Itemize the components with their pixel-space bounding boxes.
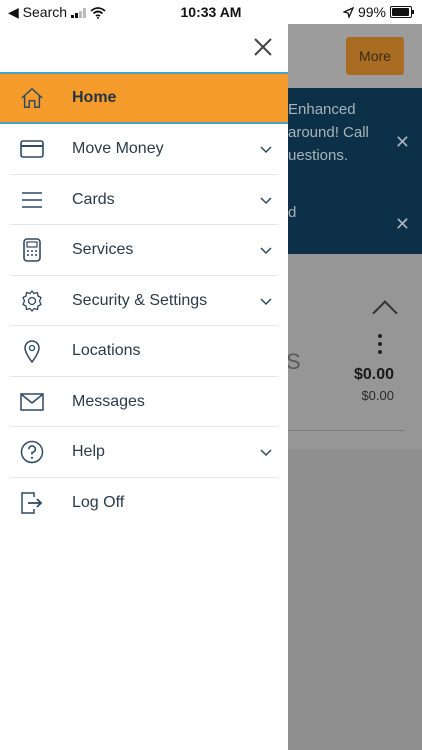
status-bar: ◀ Search 10:33 AM 99%: [0, 0, 422, 24]
status-right: 99%: [342, 4, 414, 20]
background-app: More Enhanced around! Call uestions. ✕ d…: [286, 24, 422, 750]
nav-item-log-off[interactable]: Log Off: [0, 478, 288, 529]
help-icon: [20, 440, 44, 464]
chevron-down-icon[interactable]: [260, 295, 272, 307]
account-available: $0.00: [361, 388, 394, 403]
envelope-icon: [20, 390, 44, 414]
background-header: More: [288, 24, 422, 88]
nav-item-security-settings[interactable]: Security & Settings: [0, 276, 288, 326]
location-arrow-icon: [342, 6, 354, 18]
account-balance: $0.00: [353, 366, 394, 383]
nav-item-services[interactable]: Services: [0, 225, 288, 276]
battery-percent: 99%: [357, 4, 386, 20]
nav-item-label: Home: [72, 89, 117, 106]
logout-icon: [20, 491, 44, 515]
nav-item-home[interactable]: Home: [0, 72, 288, 124]
account-card: S $0.00 $0.00: [286, 254, 422, 449]
more-button[interactable]: More: [346, 37, 404, 75]
chevron-down-icon[interactable]: [260, 446, 272, 458]
kebab-menu-icon[interactable]: [378, 334, 382, 354]
calculator-icon: [20, 238, 44, 263]
close-icon[interactable]: [252, 36, 274, 58]
banner-text-secondary: d: [288, 204, 297, 221]
nav-drawer: Home Move Money Cards Services Security …: [0, 24, 288, 750]
close-icon[interactable]: ✕: [395, 214, 410, 235]
nav-item-label: Locations: [72, 342, 141, 360]
account-name-fragment: S: [286, 349, 301, 374]
banner-text: Enhanced around! Call uestions.: [288, 101, 369, 164]
nav-item-locations[interactable]: Locations: [0, 326, 288, 377]
nav-item-label: Move Money: [72, 140, 164, 158]
nav-item-label: Messages: [72, 392, 145, 410]
card-icon: [20, 137, 44, 161]
home-icon: [20, 86, 44, 110]
notice-banner: Enhanced around! Call uestions. ✕ d ✕: [288, 88, 422, 254]
chevron-down-icon[interactable]: [260, 194, 272, 206]
nav-item-label: Security & Settings: [72, 291, 208, 309]
battery-icon: [390, 6, 414, 18]
nav-item-messages[interactable]: Messages: [0, 377, 288, 427]
nav-item-label: Log Off: [72, 493, 125, 511]
location-pin-icon: [20, 339, 44, 364]
gear-icon: [20, 289, 44, 313]
nav-item-cards[interactable]: Cards: [0, 175, 288, 225]
nav-item-label: Services: [72, 241, 134, 259]
chevron-down-icon[interactable]: [260, 244, 272, 256]
nav-item-label: Help: [72, 443, 105, 461]
nav-item-label: Cards: [72, 190, 115, 208]
divider: [288, 430, 404, 431]
nav-item-move-money[interactable]: Move Money: [0, 124, 288, 175]
chevron-up-icon[interactable]: [372, 300, 398, 326]
nav-menu: Home Move Money Cards Services Security …: [0, 72, 288, 528]
chevron-down-icon[interactable]: [260, 143, 272, 155]
menu-lines-icon: [20, 188, 44, 212]
nav-item-help[interactable]: Help: [0, 427, 288, 478]
close-icon[interactable]: ✕: [395, 132, 410, 153]
